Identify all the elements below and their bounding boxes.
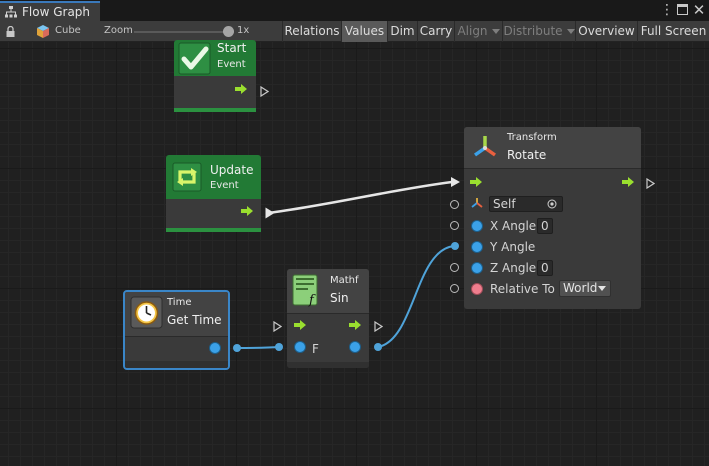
values-button[interactable]: Values [341, 21, 387, 42]
overview-button[interactable]: Overview [575, 21, 637, 42]
node-subtitle: Event [210, 180, 239, 191]
flow-output-arrow-icon[interactable] [241, 206, 253, 216]
flow-output-port-icon[interactable] [265, 207, 275, 219]
window-tab-bar: Flow Graph ⋮ ✕ [0, 0, 709, 21]
node-footer [166, 228, 261, 232]
target-input-port[interactable] [450, 200, 459, 209]
f-input-port[interactable] [294, 341, 306, 353]
divider [287, 313, 369, 314]
x-angle-label: X Angle [490, 219, 537, 233]
x-angle-input-port[interactable] [450, 221, 459, 230]
flow-output-port-icon[interactable] [374, 321, 383, 332]
relative-to-value: World [563, 281, 598, 295]
node-subtitle: Transform [507, 132, 557, 143]
asset-name[interactable]: Cube [55, 25, 81, 36]
more-vertical-icon[interactable]: ⋮ [660, 2, 674, 18]
start-event-node[interactable]: Start Event [174, 40, 256, 112]
distribute-dropdown[interactable]: Distribute [502, 21, 575, 42]
zoom-slider-thumb[interactable] [223, 26, 234, 37]
stopwatch-icon [130, 296, 163, 329]
flow-output-arrow-icon[interactable] [622, 177, 634, 187]
align-dropdown[interactable]: Align [454, 21, 502, 42]
node-body [174, 76, 256, 112]
zoom-value: 1x [237, 25, 250, 36]
zoom-label: Zoom [104, 25, 133, 36]
flow-input-arrow-icon[interactable] [470, 177, 482, 187]
flow-input-port-icon[interactable] [273, 321, 282, 332]
relative-to-port[interactable] [471, 283, 483, 295]
flow-output-port-icon[interactable] [260, 86, 269, 97]
node-subtitle: Mathf [330, 275, 359, 286]
z-angle-field[interactable]: 0 [537, 260, 553, 276]
carry-button[interactable]: Carry [417, 21, 454, 42]
tab-title: Flow Graph [22, 5, 91, 19]
chevron-down-icon [491, 29, 500, 34]
flow-output-port-icon[interactable] [646, 178, 655, 189]
sin-output-port[interactable] [349, 341, 361, 353]
flow-output-arrow-icon[interactable] [235, 84, 247, 94]
object-picker-icon[interactable] [547, 199, 557, 209]
z-angle-label: Z Angle [490, 261, 537, 275]
y-angle-label: Y Angle [490, 240, 536, 254]
get-time-node[interactable]: Time Get Time [123, 290, 230, 370]
z-angle-input-port[interactable] [450, 263, 459, 272]
chevron-down-icon [566, 29, 575, 34]
divider [464, 168, 641, 169]
node-footer [125, 361, 228, 368]
update-loop-icon [172, 162, 202, 192]
node-footer [287, 362, 369, 368]
cube-asset-icon [37, 25, 49, 38]
target-field[interactable]: Self [489, 196, 563, 212]
y-angle-port[interactable] [471, 241, 483, 253]
node-title: Rotate [507, 148, 547, 162]
node-title: Update [210, 163, 254, 177]
close-icon[interactable]: ✕ [692, 1, 706, 19]
node-title: Start [217, 41, 247, 55]
node-subtitle: Event [217, 59, 246, 70]
flow-graph-icon [5, 6, 17, 18]
checkmark-icon [178, 42, 211, 75]
node-title: Get Time [167, 313, 222, 327]
divider [125, 336, 228, 337]
transform-rotate-node[interactable]: Transform Rotate Self X Angle 0 Y Angle … [464, 127, 641, 309]
time-output-port[interactable] [209, 342, 221, 354]
update-event-node[interactable]: Update Event [166, 155, 261, 232]
align-label: Align [457, 24, 488, 38]
transform-small-icon [471, 198, 483, 208]
chevron-down-icon [598, 286, 606, 291]
relations-button[interactable]: Relations [282, 21, 341, 42]
relative-to-dropdown[interactable]: World [559, 280, 611, 297]
target-value: Self [493, 197, 516, 211]
graph-toolbar: Cube Zoom 1x Relations Values Dim Carry … [0, 21, 709, 42]
distribute-label: Distribute [503, 24, 563, 38]
node-title: Sin [330, 291, 349, 305]
transform-axes-icon [473, 136, 497, 157]
zoom-slider-track[interactable] [134, 31, 234, 33]
lock-icon[interactable] [6, 26, 15, 37]
x-angle-port[interactable] [471, 220, 483, 232]
maximize-icon[interactable] [677, 4, 688, 15]
flow-input-arrow-icon[interactable] [294, 320, 306, 330]
full-screen-button[interactable]: Full Screen [637, 21, 709, 42]
flow-output-arrow-icon[interactable] [349, 320, 361, 330]
x-angle-field[interactable]: 0 [537, 218, 553, 234]
relative-to-label: Relative To [490, 282, 555, 296]
tab-flow-graph[interactable]: Flow Graph [0, 1, 100, 21]
relative-to-input-port[interactable] [450, 284, 459, 293]
mathf-sin-node[interactable]: f Mathf Sin F [287, 269, 369, 368]
dim-button[interactable]: Dim [387, 21, 417, 42]
node-subtitle: Time [167, 297, 192, 308]
f-input-label: F [312, 342, 319, 356]
node-footer [174, 108, 256, 112]
math-function-icon: f [292, 274, 318, 307]
z-angle-port[interactable] [471, 262, 483, 274]
